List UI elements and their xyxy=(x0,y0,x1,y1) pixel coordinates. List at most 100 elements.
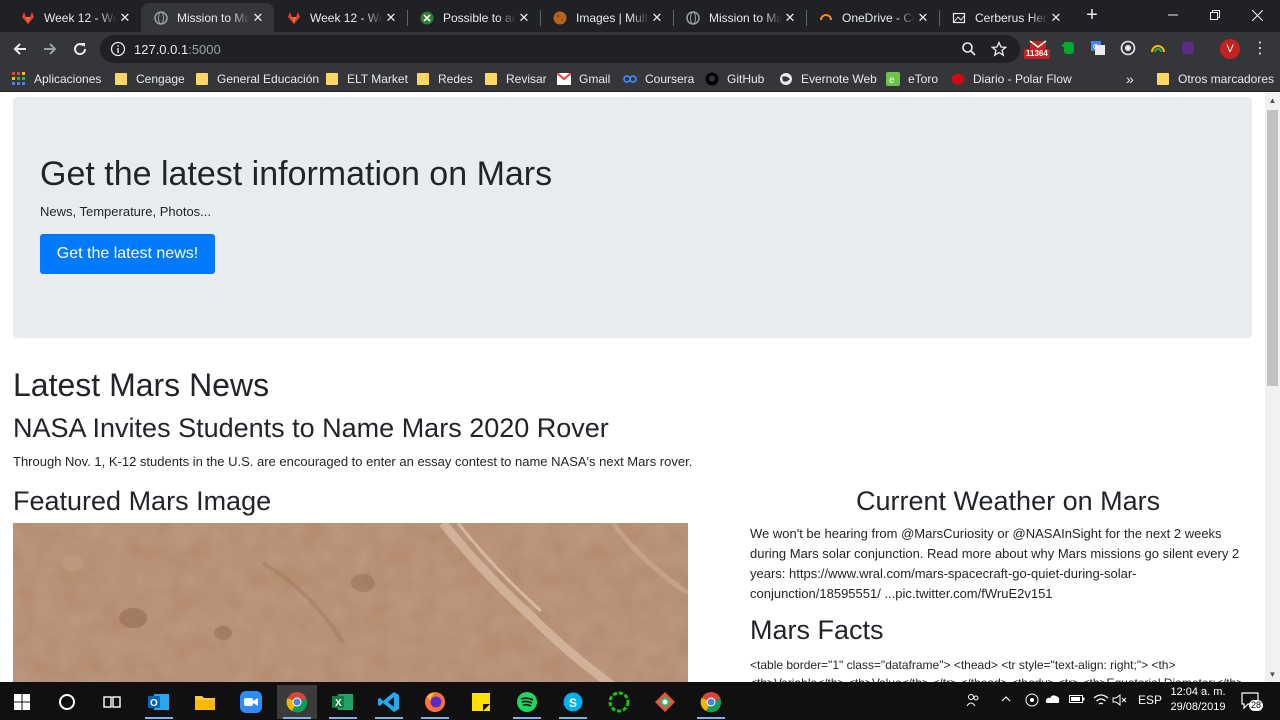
bookmark-redes[interactable]: Redes xyxy=(416,70,473,88)
tab-title: OneDrive - Ce xyxy=(842,10,915,25)
cortana-icon[interactable] xyxy=(47,685,87,719)
restore-button[interactable] xyxy=(1192,0,1238,30)
bookmark-label: Coursera xyxy=(645,72,695,86)
tab-cerberus[interactable]: Cerberus Hem ✕ xyxy=(939,3,1072,32)
weather-heading: Current Weather on Mars xyxy=(856,486,1161,516)
close-icon[interactable]: ✕ xyxy=(250,10,266,26)
sticky-notes-icon[interactable] xyxy=(461,685,501,719)
close-icon[interactable]: ✕ xyxy=(782,10,798,26)
bookmark-aplicaciones[interactable]: Aplicaciones xyxy=(12,70,101,88)
bookmark-revisar[interactable]: Revisar xyxy=(484,70,547,88)
chrome-menu-icon[interactable]: ⋮ xyxy=(1252,40,1268,58)
svg-text:O: O xyxy=(150,698,158,709)
globe-icon xyxy=(779,72,793,86)
purple-extension-icon[interactable] xyxy=(1178,38,1198,58)
bookmarks-overflow-button[interactable]: » xyxy=(1126,70,1134,88)
taskbar-clock[interactable]: 12:04 a. m. 29/08/2019 xyxy=(1165,685,1231,715)
forward-button[interactable] xyxy=(37,36,63,62)
tab-mission-to-mars[interactable]: Mission to Mars ✕ xyxy=(141,3,274,32)
tab-images-multi[interactable]: Images | Multi ✕ xyxy=(540,3,673,32)
close-icon[interactable]: ✕ xyxy=(1048,10,1064,26)
back-button[interactable] xyxy=(7,36,33,62)
chevron-up-icon[interactable] xyxy=(1000,693,1012,708)
bookmark-coursera[interactable]: Coursera xyxy=(623,70,694,88)
battery-icon xyxy=(1069,693,1085,707)
bookmark-label: eToro xyxy=(908,72,939,86)
reload-button[interactable] xyxy=(67,36,93,62)
svg-text:G: G xyxy=(1093,44,1098,51)
close-icon[interactable]: ✕ xyxy=(516,10,532,26)
bookmark-star-icon[interactable] xyxy=(988,38,1010,60)
page-viewport: Get the latest information on Mars News,… xyxy=(0,93,1265,682)
gitkraken-icon[interactable] xyxy=(645,685,685,719)
tab-onedrive[interactable]: OneDrive - Ce ✕ xyxy=(806,3,939,32)
folder-icon xyxy=(325,72,339,86)
close-icon[interactable]: ✕ xyxy=(117,10,133,26)
page-title: Get the latest information on Mars xyxy=(40,155,553,193)
people-icon[interactable] xyxy=(966,693,980,710)
minimize-button[interactable] xyxy=(1150,0,1196,30)
mars-icon xyxy=(552,10,568,26)
vscode-icon[interactable] xyxy=(369,685,409,719)
git-icon[interactable] xyxy=(599,685,639,719)
notification-count: 28 xyxy=(1249,700,1264,711)
skype-icon[interactable]: S xyxy=(553,685,593,719)
outlook-icon[interactable]: O xyxy=(139,685,179,719)
tray-app-icon[interactable] xyxy=(1025,693,1039,710)
evernote-icon[interactable] xyxy=(1058,38,1078,58)
tab-week12-1[interactable]: Week 12 - Web ✕ xyxy=(8,3,141,32)
polar-icon xyxy=(951,72,965,86)
zoom-icon[interactable] xyxy=(231,685,271,719)
bookmark-etoro[interactable]: e eToro xyxy=(886,70,938,88)
tab-week12-2[interactable]: Week 12 - Web ✕ xyxy=(274,3,407,32)
tab-strip: Week 12 - Web ✕ Mission to Mars ✕ Week 1… xyxy=(0,0,1280,32)
address-bar[interactable]: 127.0.0.1:5000 xyxy=(100,35,1020,63)
page-scrollbar[interactable]: ▲ ▼ xyxy=(1265,93,1280,682)
close-window-button[interactable] xyxy=(1234,0,1280,30)
file-explorer-icon[interactable] xyxy=(185,685,225,719)
info-icon[interactable] xyxy=(110,41,126,57)
bookmark-polar-flow[interactable]: Diario - Polar Flow xyxy=(951,70,1072,88)
close-icon[interactable]: ✕ xyxy=(383,10,399,26)
clock-date: 29/08/2019 xyxy=(1170,701,1226,713)
extension-circle-icon[interactable] xyxy=(1118,38,1138,58)
globe-icon xyxy=(685,10,701,26)
action-center-icon[interactable]: 28 xyxy=(1240,690,1264,712)
tab-mission-to-mars-2[interactable]: Mission to Mars ✕ xyxy=(673,3,806,32)
etoro-icon: e xyxy=(886,72,900,86)
volume-icon[interactable] xyxy=(1112,693,1128,710)
zoom-search-icon[interactable] xyxy=(958,38,980,60)
bookmark-label: GitHub xyxy=(727,72,765,86)
excel-icon[interactable]: X xyxy=(323,685,363,719)
task-view-icon[interactable] xyxy=(92,685,132,719)
tab-possible-to-add[interactable]: Possible to add ✕ xyxy=(407,3,540,32)
bookmark-gmail[interactable]: Gmail xyxy=(557,70,610,88)
close-icon[interactable]: ✕ xyxy=(649,10,665,26)
apps-grid-icon xyxy=(12,72,26,86)
bookmark-general-educacion[interactable]: General Educación xyxy=(195,70,319,88)
other-bookmarks[interactable]: Otros marcadores xyxy=(1156,70,1274,88)
scroll-up-icon[interactable]: ▲ xyxy=(1265,93,1280,108)
new-tab-button[interactable]: + xyxy=(1080,4,1104,28)
tab-title: Possible to add xyxy=(443,10,516,25)
close-icon[interactable]: ✕ xyxy=(915,10,931,26)
bookmark-elt-market[interactable]: ELT Market xyxy=(325,70,408,88)
bookmark-evernote-web[interactable]: Evernote Web xyxy=(779,70,877,88)
extension-badge: 11364 xyxy=(1024,49,1050,59)
onedrive-tray-icon[interactable] xyxy=(1045,693,1061,708)
scroll-down-icon[interactable]: ▼ xyxy=(1265,667,1280,682)
bookmark-cengage[interactable]: Cengage xyxy=(114,70,185,88)
profile-avatar[interactable]: V xyxy=(1220,39,1240,59)
chrome-icon[interactable] xyxy=(691,685,731,719)
rainbow-extension-icon[interactable] xyxy=(1148,38,1168,58)
windows-start-icon[interactable] xyxy=(2,685,42,719)
bookmark-github[interactable]: GitHub xyxy=(705,70,764,88)
chrome-icon[interactable] xyxy=(277,685,317,719)
spotify-icon[interactable] xyxy=(507,685,547,719)
firefox-icon[interactable] xyxy=(415,685,455,719)
get-latest-news-button[interactable]: Get the latest news! xyxy=(40,234,215,274)
scrollbar-thumb[interactable] xyxy=(1267,110,1278,386)
language-indicator[interactable]: ESP xyxy=(1138,693,1162,707)
wifi-icon[interactable] xyxy=(1093,693,1109,710)
translate-icon[interactable]: G xyxy=(1088,38,1108,58)
